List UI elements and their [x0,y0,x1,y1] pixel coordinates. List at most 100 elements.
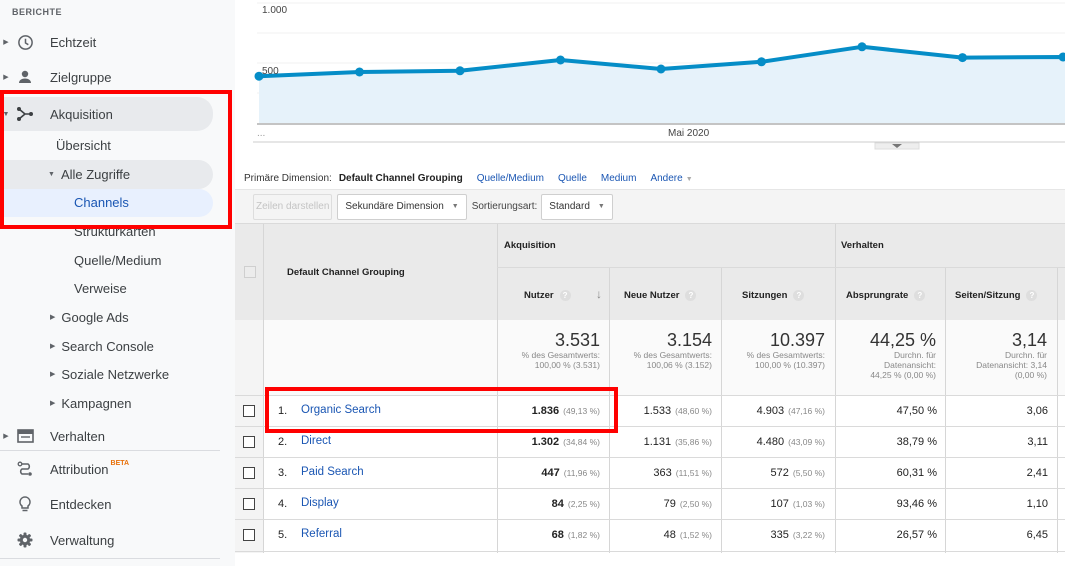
divider [0,558,220,559]
data-point[interactable] [757,57,766,67]
total-caption: (0,00 %) [1014,370,1047,380]
channel-link[interactable]: Organic Search [301,404,381,416]
sidebar-item-alle-zugriffe[interactable]: ▼ Alle Zugriffe [48,166,130,182]
sidebar-item-search-console[interactable]: ▶ Search Console [50,338,154,354]
column-header-neue-nutzer[interactable]: Neue Nutzer? [624,290,697,301]
channels-table: Default Channel Grouping Akquisition Ver… [235,223,1065,553]
cell-value: 1.533 [643,405,672,417]
channel-link[interactable]: Referral [301,528,342,540]
dimension-link-andere[interactable]: Andere ▼ [650,173,692,184]
cell-percent: (34,84 %) [563,437,600,447]
select-all-checkbox[interactable] [244,266,256,278]
help-icon[interactable]: ? [1026,290,1038,301]
sidebar-item-akquisition[interactable]: ▼ Akquisition [0,99,113,129]
cell-absprungrate: 93,46 % [896,498,937,510]
cell-seiten-sitzung: 2,41 [1026,467,1048,479]
secondary-dimension-label: Sekundäre Dimension [345,201,444,212]
cell-value: 68 [551,529,564,541]
data-point[interactable] [556,55,565,65]
data-point[interactable] [857,42,867,52]
sidebar-item-verweise[interactable]: Verweise [74,280,127,296]
sort-type-dropdown[interactable]: Standard ▼ [541,193,613,220]
sidebar-item-verhalten[interactable]: ▶ Verhalten [0,421,105,451]
help-icon[interactable]: ? [559,290,571,301]
total-caption: % des Gesamtwerts: [633,350,712,360]
dimension-default-channel-grouping[interactable]: Default Channel Grouping [339,173,463,184]
dimension-link-medium[interactable]: Medium [601,173,637,184]
row-checkbox[interactable] [243,467,255,479]
channel-link[interactable]: Paid Search [301,466,364,478]
column-header-nutzer[interactable]: Nutzer? [524,290,571,301]
sidebar-item-channels[interactable]: Channels [74,194,129,210]
cell-seiten-sitzung: 3,06 [1026,405,1048,417]
column-header-absprungrate[interactable]: Absprungrate? [846,290,926,301]
sidebar-item-echtzeit[interactable]: ▶ Echtzeit [0,27,96,57]
cell-nutzer: 84 (2,25 %) [552,498,600,510]
row-checkbox[interactable] [243,498,255,510]
dimension-column-header[interactable]: Default Channel Grouping [287,267,405,278]
help-icon[interactable]: ? [914,290,926,301]
cell-percent: (1,03 %) [792,499,825,509]
channel-link[interactable]: Display [301,497,339,509]
total-absprungrate: 44,25 % Durchn. für Datenansicht: 44,25 … [870,330,936,380]
help-icon[interactable]: ? [793,290,805,301]
sidebar-item-label: Verweise [74,280,127,296]
sidebar-item-zielgruppe[interactable]: ▶ Zielgruppe [0,62,111,92]
cell-value: 335 [770,529,789,541]
cell-absprungrate: 38,79 % [896,436,937,448]
sidebar-item-label: Attribution [50,461,109,477]
channel-link[interactable]: Direct [301,435,331,447]
cell-sitzungen: 335 (3,22 %) [771,529,825,541]
help-icon[interactable]: ? [685,290,697,301]
dimension-link-quelle[interactable]: Quelle [558,173,587,184]
cell-value: 572 [770,467,789,479]
dimension-link-quelle-medium[interactable]: Quelle/Medium [477,173,544,184]
sidebar-item-verwaltung[interactable]: Verwaltung [0,525,114,555]
column-label: Sitzungen [742,290,788,302]
column-header-sitzungen[interactable]: Sitzungen? [742,290,805,302]
row-number: 2. [278,436,288,448]
column-header-seiten-sitzung[interactable]: Seiten/Sitzung? [955,290,1038,301]
data-point[interactable] [355,67,364,77]
sidebar-item-uebersicht[interactable]: Übersicht [56,137,111,153]
plot-rows-button[interactable]: Zeilen darstellen [253,193,333,220]
sidebar: BERICHTE ▶ Echtzeit ▶ Zielgruppe ▼ Akqui… [0,0,235,566]
caret-right-icon: ▶ [50,400,56,407]
row-checkbox[interactable] [243,405,255,417]
area-fill [259,46,1065,123]
attribution-icon [15,459,35,479]
total-value: 10.397 [769,330,825,350]
sidebar-item-google-ads[interactable]: ▶ Google Ads [50,309,129,325]
sort-descending-icon[interactable]: ↓ [596,287,602,301]
sidebar-item-strukturkarten[interactable]: Strukturkarten [74,223,156,239]
cell-value: 79 [663,498,676,510]
cell-percent: (48,60 %) [675,406,712,416]
sidebar-item-attribution[interactable]: Attribution BETA [0,454,129,484]
data-point[interactable] [656,64,666,74]
sidebar-item-kampagnen[interactable]: ▶ Kampagnen [50,395,132,411]
total-value: 3,14 [1011,330,1047,350]
sidebar-item-entdecken[interactable]: Entdecken [0,489,111,519]
primary-dimension-label: Primäre Dimension: [244,172,332,184]
sidebar-item-soziale-netzwerke[interactable]: ▶ Soziale Netzwerke [50,366,169,382]
total-seiten-sitzung: 3,14 Durchn. für Datenansicht: 3,14 (0,0… [976,330,1047,380]
cell-percent: (1,52 %) [679,530,712,540]
cell-value: 107 [770,498,789,510]
row-checkbox[interactable] [243,436,255,448]
cell-absprungrate: 26,57 % [896,529,937,541]
secondary-dimension-dropdown[interactable]: Sekundäre Dimension ▼ [337,193,467,220]
sidebar-item-label: Channels [74,194,129,210]
behavior-icon [15,426,35,446]
data-point[interactable] [958,53,967,63]
cell-value: 1.836 [531,405,560,417]
total-value: 44,25 % [869,330,936,350]
cell-percent: (1,82 %) [567,530,600,540]
total-caption: Datenansicht: [884,360,936,370]
row-checkbox[interactable] [243,529,255,541]
sidebar-item-quelle-medium[interactable]: Quelle/Medium [74,252,161,268]
table-tools-bar: Zeilen darstellen Sekundäre Dimension ▼ S… [235,189,1065,223]
cell-sitzungen: 4.480 (43,09 %) [757,436,825,448]
sidebar-item-label: Quelle/Medium [74,252,162,268]
sort-type-value: Standard [549,201,590,212]
data-point[interactable] [455,66,465,76]
